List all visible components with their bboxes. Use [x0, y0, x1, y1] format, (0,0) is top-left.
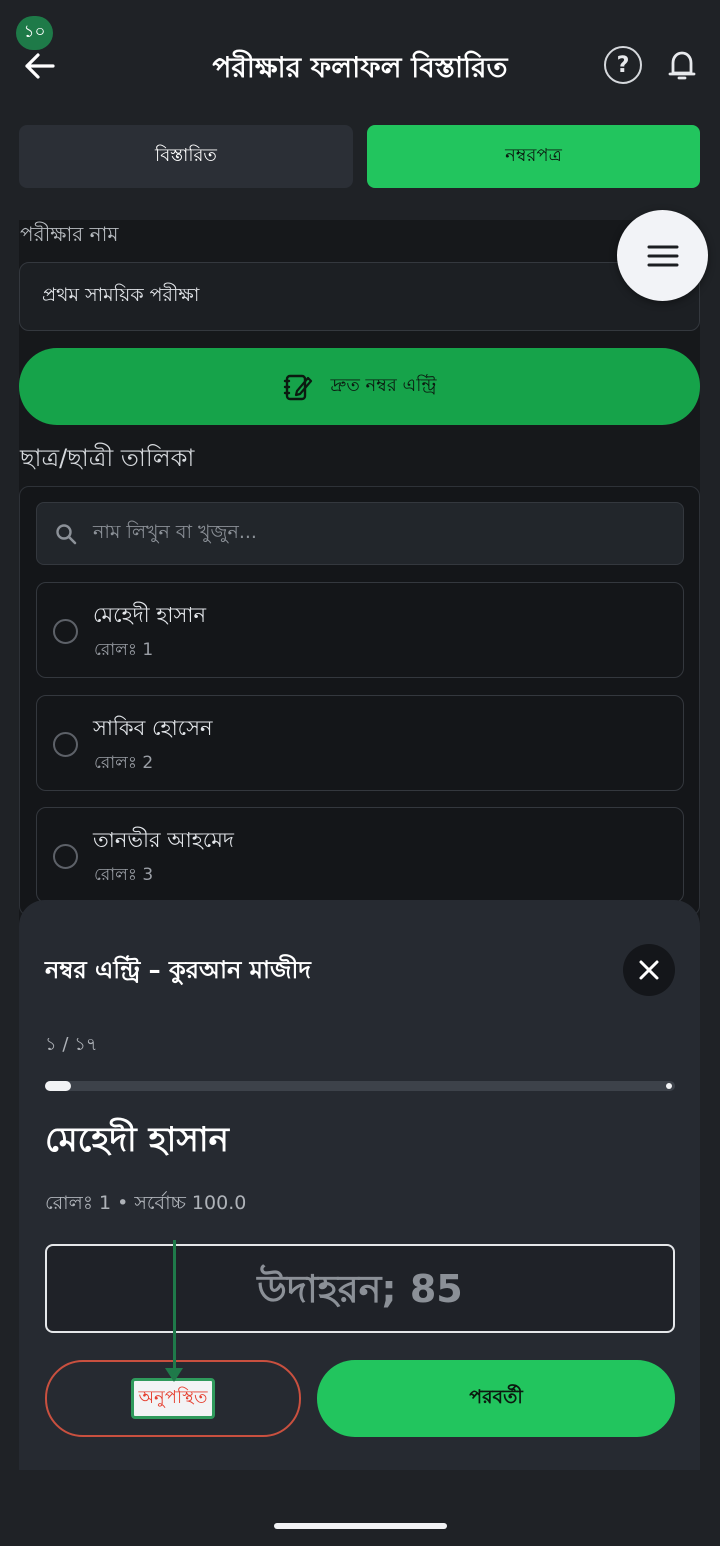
student-name: তানভীর আহমেদ	[93, 828, 234, 852]
quick-marks-entry-button[interactable]: দ্রুত নম্বর এন্ট্রি	[19, 348, 700, 425]
close-button[interactable]	[623, 944, 675, 996]
current-student-roll: রোলঃ 1 • সর্বোচ্চ 100.0	[45, 1192, 247, 1214]
status-badge: ১০	[16, 16, 53, 50]
bell-icon	[668, 51, 696, 80]
search-placeholder: নাম লিখুন বা খুজুন...	[93, 520, 257, 543]
student-name: সাকিব হোসেন	[93, 716, 213, 740]
close-icon	[639, 960, 659, 980]
tab-marksheet[interactable]: নম্বরপত্র	[367, 125, 700, 188]
help-button[interactable]: ?	[604, 46, 642, 84]
edit-note-icon	[283, 374, 312, 400]
student-roll: রোলঃ 3	[94, 865, 154, 885]
list-item[interactable]: মেহেদী হাসান রোলঃ 1	[36, 582, 684, 678]
home-indicator	[274, 1523, 447, 1529]
next-label: পরবর্তী	[469, 1385, 523, 1408]
current-student-name: মেহেদী হাসান	[45, 1120, 229, 1160]
menu-button[interactable]	[617, 210, 708, 301]
annotation-arrow-line	[173, 1240, 176, 1372]
student-roll: রোলঃ 2	[94, 753, 154, 773]
entry-counter: ১ / ১৭	[45, 1034, 98, 1055]
marks-input[interactable]	[45, 1244, 675, 1333]
list-item[interactable]: সাকিব হোসেন রোলঃ 2	[36, 695, 684, 791]
exam-select-value: প্রথম সাময়িক পরীক্ষা	[42, 283, 200, 306]
exam-select[interactable]: প্রথম সাময়িক পরীক্ষা	[19, 262, 700, 331]
search-icon	[56, 523, 77, 544]
radio-button[interactable]	[53, 619, 78, 644]
search-field[interactable]: নাম লিখুন বা খুজুন...	[36, 502, 684, 565]
list-item[interactable]: তানভীর আহমেদ রোলঃ 3	[36, 807, 684, 903]
progress-end-dot	[666, 1083, 672, 1089]
quick-marks-entry-label: দ্রুত নম্বর এন্ট্রি	[330, 375, 437, 396]
tab-details[interactable]: বিস্তারিত	[19, 125, 353, 188]
next-button[interactable]: পরবর্তী	[317, 1360, 675, 1437]
exam-name-label: পরীক্ষার নাম	[20, 222, 119, 246]
student-name: মেহেদী হাসান	[93, 603, 206, 627]
radio-button[interactable]	[53, 732, 78, 757]
radio-button[interactable]	[53, 844, 78, 869]
student-roll: রোলঃ 1	[94, 640, 154, 660]
notifications-button[interactable]	[664, 46, 700, 84]
sheet-title: নম্বর এন্ট্রি – কুরআন মাজীদ	[45, 956, 311, 984]
absent-label: অনুপস্থিত	[131, 1378, 215, 1419]
progress-bar	[45, 1081, 675, 1091]
help-icon: ?	[616, 52, 630, 78]
annotation-arrow-head	[165, 1368, 183, 1382]
student-list-label: ছাত্র/ছাত্রী তালিকা	[20, 444, 195, 472]
menu-icon	[647, 245, 678, 266]
progress-fill	[45, 1081, 71, 1091]
